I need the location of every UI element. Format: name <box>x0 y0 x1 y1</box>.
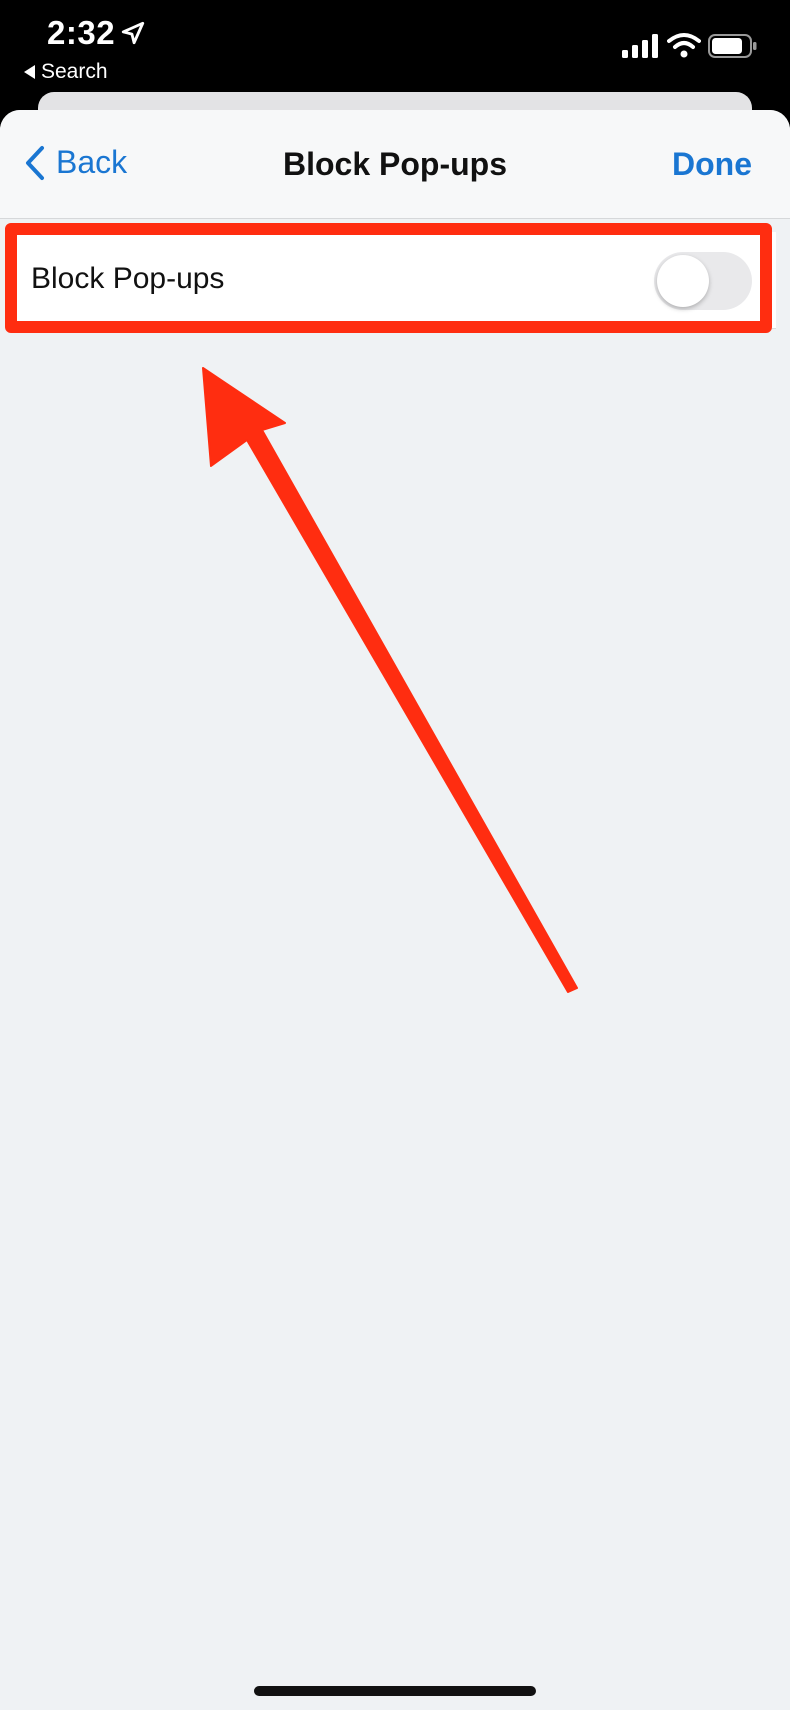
toggle-knob <box>657 255 709 307</box>
back-button-label: Back <box>56 144 128 180</box>
battery-icon <box>708 34 757 58</box>
back-triangle-icon <box>24 65 35 79</box>
settings-sheet: Back Block Pop-ups Done Block Pop-ups <box>0 110 790 1710</box>
done-button[interactable]: Done <box>672 146 752 183</box>
screen: 2:32 Search Back Block Pop-ups Done Bloc… <box>0 0 790 1710</box>
block-popups-toggle[interactable] <box>654 252 752 310</box>
back-to-app-button[interactable]: Search <box>24 60 108 84</box>
back-to-app-label: Search <box>41 60 108 83</box>
cellular-signal-icon <box>622 34 658 58</box>
location-arrow-icon <box>121 21 145 45</box>
status-bar: 2:32 Search <box>0 0 790 100</box>
block-popups-row: Block Pop-ups <box>14 232 776 329</box>
status-time: 2:32 <box>47 14 116 51</box>
navigation-bar: Back Block Pop-ups Done <box>0 110 790 219</box>
chevron-left-icon <box>26 145 44 180</box>
back-button[interactable]: Back <box>24 144 127 181</box>
wifi-icon <box>667 33 701 58</box>
home-indicator[interactable] <box>254 1686 536 1696</box>
block-popups-label: Block Pop-ups <box>31 262 225 295</box>
